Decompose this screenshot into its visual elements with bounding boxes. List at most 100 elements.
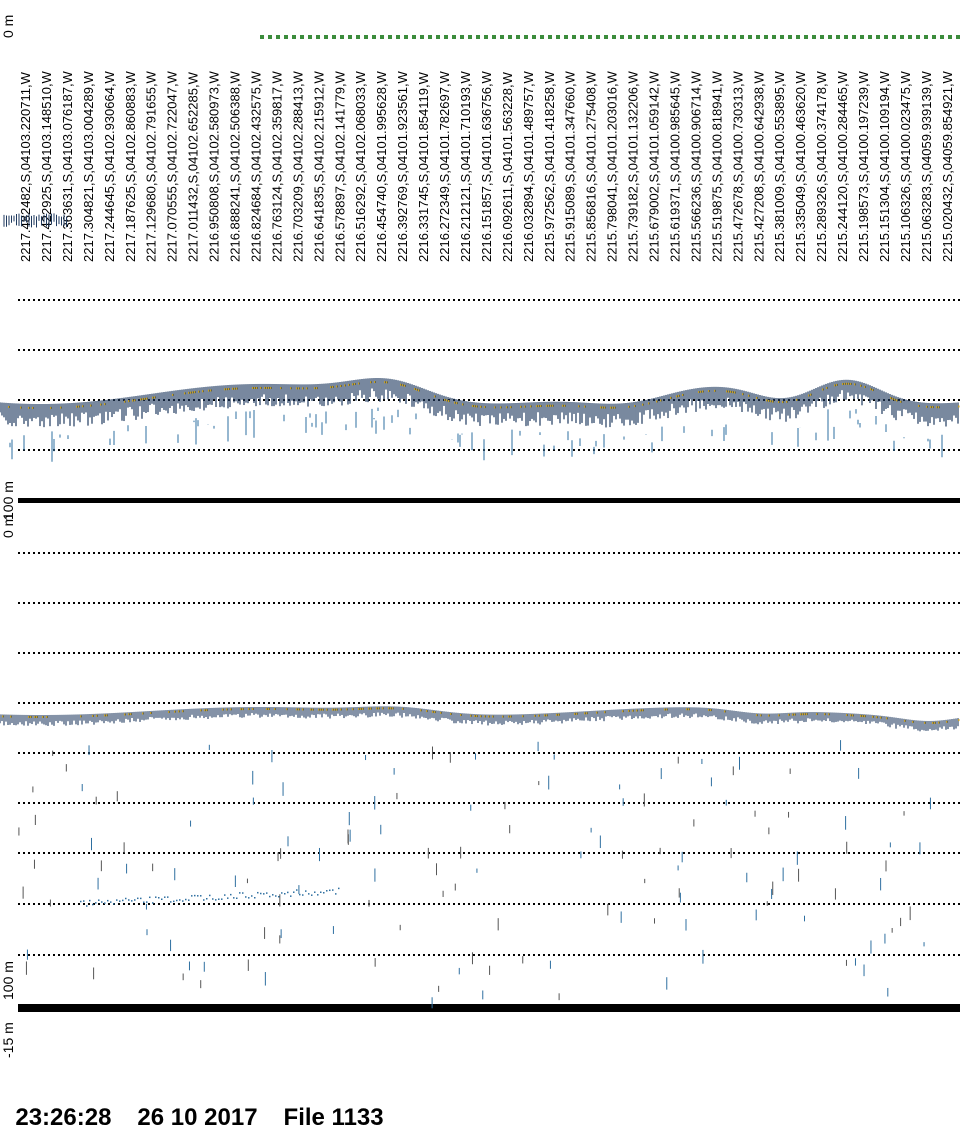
- echo-mark: [536, 405, 538, 408]
- echo-mark: [212, 898, 214, 900]
- echo-mark: [252, 708, 254, 711]
- echo-mark: [230, 893, 232, 896]
- echo-mark: [233, 897, 235, 899]
- header-mark: [540, 35, 544, 39]
- echo-mark: [362, 707, 364, 710]
- echo-mark: [320, 891, 322, 893]
- echo-mark: [386, 381, 388, 384]
- echo-mark: [710, 709, 712, 712]
- coordinate-label: 2216.032894,S,04101.489757,W: [521, 70, 536, 262]
- echo-mark: [836, 383, 838, 386]
- echo-mark: [78, 405, 80, 408]
- header-mark: [796, 35, 800, 39]
- echo-mark: [242, 892, 244, 894]
- header-mark: [748, 35, 752, 39]
- coordinate-label: 2215.856816,S,04101.275408,W: [584, 70, 599, 262]
- echo-mark: [938, 721, 940, 724]
- header-mark: [644, 35, 648, 39]
- echo-mark: [280, 387, 282, 390]
- echo-mark: [178, 710, 180, 713]
- header-mark: [492, 35, 496, 39]
- top-depth-max-label: 100 m: [0, 481, 16, 520]
- echo-mark: [596, 711, 598, 714]
- echo-mark: [266, 892, 268, 894]
- header-mark: [932, 35, 936, 39]
- echo-mark: [329, 889, 331, 892]
- header-mark: [884, 35, 888, 39]
- echo-mark: [958, 405, 960, 408]
- echo-mark: [198, 390, 200, 393]
- header-mark: [692, 35, 696, 39]
- echo-mark: [400, 383, 402, 386]
- echo-mark: [846, 714, 848, 717]
- header-mark: [788, 35, 792, 39]
- echo-mark: [293, 891, 295, 893]
- coordinate-label: 2217.482482,S,04103.220711,W: [18, 71, 33, 262]
- echo-mark: [218, 898, 220, 900]
- echo-mark: [90, 404, 92, 407]
- echo-mark: [200, 709, 202, 712]
- header-mark: [404, 35, 408, 39]
- coordinate-label: 2215.427208,S,04100.642938,W: [751, 70, 766, 262]
- echo-mark: [778, 714, 780, 717]
- header-mark: [916, 35, 920, 39]
- echo-mark: [390, 707, 392, 710]
- echo-mark: [640, 709, 642, 712]
- header-mark: [804, 35, 808, 39]
- echo-mark: [534, 714, 536, 717]
- echo-mark: [628, 405, 630, 408]
- echo-mark: [352, 708, 354, 711]
- echo-mark: [222, 708, 224, 711]
- echo-mark: [808, 394, 810, 397]
- header-mark: [652, 35, 656, 39]
- echo-mark: [296, 889, 298, 891]
- echo-mark: [642, 709, 644, 712]
- echo-mark: [522, 715, 524, 718]
- echo-mark: [520, 405, 522, 408]
- echo-mark: [326, 890, 328, 892]
- echo-mark: [296, 387, 298, 390]
- footer-time: 23:26:28: [15, 1104, 112, 1131]
- echo-mark: [188, 899, 190, 901]
- echo-mark: [676, 395, 678, 398]
- header-mark: [484, 35, 488, 39]
- header-mark: [524, 35, 528, 39]
- echo-mark: [227, 897, 229, 899]
- echo-mark: [234, 387, 236, 390]
- coordinate-label: 2216.331745,S,04101.854119,W: [416, 71, 431, 262]
- echo-mark: [60, 406, 62, 409]
- echo-mark: [484, 406, 486, 409]
- echo-mark: [610, 406, 612, 409]
- echo-mark: [900, 400, 902, 403]
- echo-mark: [444, 398, 446, 401]
- echo-mark: [766, 399, 768, 402]
- echo-mark: [402, 384, 404, 387]
- echo-mark: [101, 901, 103, 903]
- echo-mark: [510, 715, 512, 718]
- echo-mark: [215, 899, 217, 901]
- header-mark: [412, 35, 416, 39]
- echo-mark: [208, 389, 210, 392]
- coordinate-label: 2215.063283,S,04059.939139,W: [919, 70, 934, 262]
- echo-mark: [796, 398, 798, 401]
- echo-mark: [336, 708, 338, 711]
- header-mark: [588, 35, 592, 39]
- echo-mark: [210, 389, 212, 392]
- echo-mark: [688, 708, 690, 711]
- header-mark: [676, 35, 680, 39]
- coordinate-label: 2215.619371,S,04100.985645,W: [667, 70, 682, 262]
- echo-mark: [107, 899, 109, 902]
- header-mark: [532, 35, 536, 39]
- echo-mark: [296, 708, 298, 711]
- echo-mark: [306, 387, 308, 390]
- echo-mark: [113, 903, 115, 905]
- echo-mark: [708, 708, 710, 711]
- echo-mark: [134, 399, 136, 402]
- echo-mark: [206, 897, 208, 900]
- header-mark: [852, 35, 856, 39]
- echo-mark: [564, 404, 566, 407]
- header-mark: [604, 35, 608, 39]
- echo-mark: [116, 899, 118, 901]
- echo-mark: [686, 708, 688, 711]
- coordinate-label: 2216.641835,S,04102.215912,W: [311, 70, 326, 262]
